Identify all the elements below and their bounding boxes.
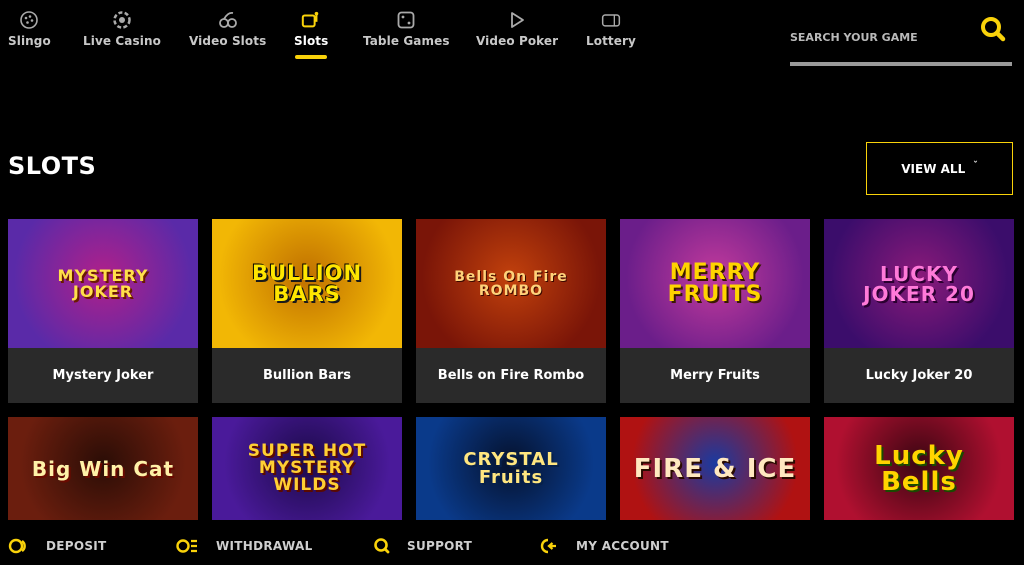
live-casino-icon: [112, 10, 132, 30]
game-card[interactable]: CRYSTAL Fruits: [416, 417, 606, 520]
game-title: Mystery Joker: [8, 348, 198, 403]
lottery-icon: [601, 10, 621, 30]
support-icon: [371, 538, 393, 554]
game-logo-line: FRUITS: [667, 281, 763, 307]
search-input[interactable]: [790, 26, 970, 48]
nav-item-video-poker[interactable]: Video Poker: [476, 10, 558, 48]
deposit-button[interactable]: DEPOSIT: [8, 538, 107, 554]
game-logo-art: BULLION BARS: [251, 260, 363, 306]
game-logo-art: LUCKY JOKER 20: [863, 264, 975, 304]
game-logo-line: Bells On Fire: [454, 268, 568, 285]
game-logo-art: Bells On Fire ROMBO: [454, 270, 567, 298]
nav-item-slingo[interactable]: Slingo: [8, 10, 51, 48]
support-label: SUPPORT: [407, 539, 473, 553]
game-logo-art: Big Win Cat: [32, 459, 174, 479]
view-all-label: VIEW ALL: [901, 161, 966, 176]
game-logo-line: FIRE & ICE: [633, 453, 797, 484]
nav-item-label: Lottery: [586, 34, 636, 48]
game-thumbnail[interactable]: MERRY FRUITS: [620, 219, 810, 348]
game-logo-line: CRYSTAL: [463, 448, 559, 470]
nav-item-table-games[interactable]: Table Games: [363, 10, 450, 48]
game-logo-line: MERRY: [669, 259, 761, 285]
nav-item-live-casino[interactable]: Live Casino: [83, 10, 161, 48]
game-thumbnail[interactable]: FIRE & ICE: [620, 417, 810, 520]
game-logo-art: SUPER HOT MYSTERY WILDS: [248, 443, 366, 494]
game-logo-line: Fruits: [478, 466, 544, 488]
game-logo-line: JOKER 20: [863, 281, 975, 306]
my-account-button[interactable]: MY ACCOUNT: [540, 538, 669, 554]
game-logo-art: CRYSTAL Fruits: [463, 448, 559, 488]
slingo-icon: [19, 10, 39, 30]
withdrawal-label: WITHDRAWAL: [216, 539, 313, 553]
top-navigation: Slingo Live Casino Video Slots Slots Tab…: [0, 0, 1024, 70]
game-card[interactable]: Big Win Cat: [8, 417, 198, 520]
my-account-label: MY ACCOUNT: [576, 539, 669, 553]
withdrawal-button[interactable]: WITHDRAWAL: [176, 538, 313, 554]
table-games-icon: [396, 10, 416, 30]
withdrawal-icon: [176, 538, 198, 554]
my-account-icon: [540, 538, 562, 554]
deposit-icon: [8, 538, 30, 554]
nav-item-label: Slingo: [8, 34, 51, 48]
nav-item-slots[interactable]: Slots: [294, 10, 328, 59]
nav-item-label: Video Slots: [189, 34, 267, 48]
game-title: Bullion Bars: [212, 348, 402, 403]
game-logo-line: LUCKY: [880, 261, 958, 286]
search-underline: [790, 62, 1012, 66]
game-card[interactable]: BULLION BARS Bullion Bars: [212, 219, 402, 403]
game-logo-line: BARS: [273, 281, 341, 306]
support-button[interactable]: SUPPORT: [371, 538, 472, 554]
game-card[interactable]: SUPER HOT MYSTERY WILDS: [212, 417, 402, 520]
game-card[interactable]: MYSTERY JOKER Mystery Joker: [8, 219, 198, 403]
bottom-action-bar: DEPOSIT WITHDRAWAL SUPPORT MY ACCOUNT: [0, 520, 1024, 565]
nav-item-label: Live Casino: [83, 34, 161, 48]
deposit-label: DEPOSIT: [46, 539, 107, 553]
game-card[interactable]: Bells On Fire ROMBO Bells on Fire Rombo: [416, 219, 606, 403]
game-thumbnail[interactable]: MYSTERY JOKER: [8, 219, 198, 348]
video-slots-icon: [218, 10, 238, 30]
game-thumbnail[interactable]: Big Win Cat: [8, 417, 198, 520]
chevron-down-icon: ˇ: [973, 160, 978, 171]
game-logo-line: BULLION: [251, 260, 363, 285]
game-logo-line: ROMBO: [478, 282, 544, 299]
game-card[interactable]: Lucky Bells: [824, 417, 1014, 520]
search-box: [790, 14, 1012, 68]
game-card[interactable]: FIRE & ICE: [620, 417, 810, 520]
game-thumbnail[interactable]: Bells On Fire ROMBO: [416, 219, 606, 348]
game-thumbnail[interactable]: CRYSTAL Fruits: [416, 417, 606, 520]
game-logo-line: JOKER: [72, 281, 134, 301]
game-thumbnail[interactable]: SUPER HOT MYSTERY WILDS: [212, 417, 402, 520]
game-logo-art: MERRY FRUITS: [667, 259, 763, 307]
game-title: Lucky Joker 20: [824, 348, 1014, 403]
game-thumbnail[interactable]: BULLION BARS: [212, 219, 402, 348]
game-thumbnail[interactable]: LUCKY JOKER 20: [824, 219, 1014, 348]
search-icon[interactable]: [978, 14, 1008, 44]
game-thumbnail[interactable]: Lucky Bells: [824, 417, 1014, 520]
game-card[interactable]: LUCKY JOKER 20 Lucky Joker 20: [824, 219, 1014, 403]
game-logo-line: Bells: [881, 466, 957, 497]
active-tab-indicator: [295, 55, 328, 59]
view-all-button[interactable]: VIEW ALL ˇ: [866, 142, 1013, 195]
game-logo-line: WILDS: [273, 475, 341, 495]
game-logo-line: Big Win Cat: [31, 456, 175, 481]
video-poker-icon: [507, 10, 527, 30]
section-title: SLOTS: [8, 152, 97, 180]
game-title: Merry Fruits: [620, 348, 810, 403]
game-card[interactable]: MERRY FRUITS Merry Fruits: [620, 219, 810, 403]
game-logo-line: Lucky: [874, 440, 964, 471]
slots-icon: [301, 10, 321, 30]
nav-item-video-slots[interactable]: Video Slots: [189, 10, 266, 48]
nav-item-lottery[interactable]: Lottery: [586, 10, 636, 48]
game-logo-art: MYSTERY JOKER: [58, 267, 149, 301]
nav-item-label: Slots: [294, 34, 329, 48]
nav-item-label: Table Games: [363, 34, 450, 48]
game-logo-art: FIRE & ICE: [634, 456, 797, 482]
game-title: Bells on Fire Rombo: [416, 348, 606, 403]
nav-item-label: Video Poker: [476, 34, 559, 48]
game-logo-art: Lucky Bells: [874, 443, 964, 495]
